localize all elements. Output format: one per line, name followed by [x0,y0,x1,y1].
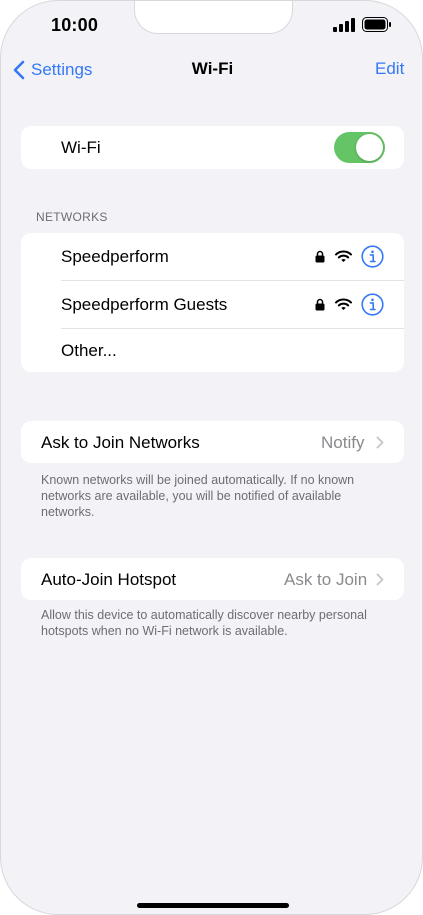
cellular-signal-icon [333,18,355,32]
network-name: Speedperform [61,247,169,266]
auto-join-hotspot-footnote: Allow this device to automatically disco… [41,608,367,638]
info-icon[interactable] [361,245,384,268]
network-row[interactable]: Speedperform [21,233,404,280]
wifi-label: Wi-Fi [61,138,101,157]
ask-to-join-value: Notify [321,433,365,452]
info-icon[interactable] [361,293,384,316]
home-indicator [137,903,289,908]
status-time: 10:00 [51,15,99,35]
chevron-right-icon [376,573,384,586]
auto-join-hotspot-row[interactable]: Auto-Join Hotspot Ask to Join [21,558,404,600]
notch [134,1,293,34]
wifi-signal-icon [335,298,352,310]
other-network-row[interactable]: Other... [21,329,404,372]
wifi-toggle[interactable] [334,132,385,163]
wifi-signal-icon [335,250,352,262]
toggle-knob [356,134,383,161]
page-title: Wi-Fi [191,59,234,78]
networks-list: Speedperform Speedperform Guests Other..… [21,233,404,372]
edit-button[interactable]: Edit [375,59,404,79]
lock-icon [315,298,325,311]
ask-to-join-footnote: Known networks will be joined automatica… [41,473,355,519]
wifi-toggle-row: Wi-Fi [21,126,404,169]
networks-section-header: NETWORKS [36,210,108,224]
chevron-right-icon [376,436,384,449]
phone-screen: 10:00 Settings Wi-Fi Edit Wi-Fi NETWORKS… [0,0,423,915]
other-network-label: Other... [61,341,117,360]
ask-to-join-label: Ask to Join Networks [41,433,200,452]
auto-join-hotspot-value: Ask to Join [284,570,368,589]
battery-icon [362,17,391,32]
network-row[interactable]: Speedperform Guests [21,281,404,328]
ask-to-join-row[interactable]: Ask to Join Networks Notify [21,421,404,463]
lock-icon [315,250,325,263]
auto-join-hotspot-label: Auto-Join Hotspot [41,570,177,589]
network-name: Speedperform Guests [61,295,228,314]
